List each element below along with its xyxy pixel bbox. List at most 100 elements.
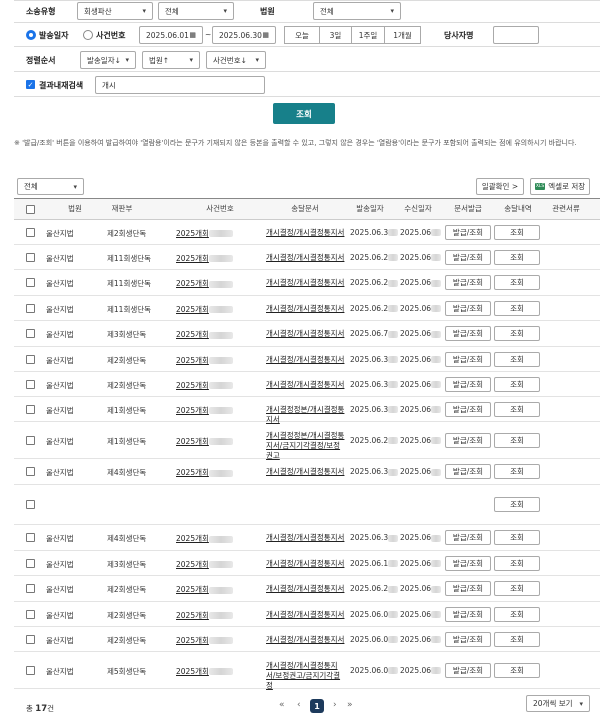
range-today-button[interactable]: 오늘	[284, 26, 320, 44]
row-document-link[interactable]: 개시결정/개시결정통지서	[266, 559, 346, 569]
row-case-number[interactable]: 2025개회	[176, 533, 233, 544]
view-button[interactable]: 조회	[494, 224, 540, 240]
view-button[interactable]: 조회	[494, 581, 540, 596]
excel-save-button[interactable]: XLS 엑셀로 저장	[530, 178, 590, 195]
view-button[interactable]: 조회	[494, 401, 540, 417]
row-case-number[interactable]: 2025개회	[176, 228, 233, 239]
refine-search-input[interactable]: 개시	[95, 76, 265, 94]
view-button[interactable]: 조회	[494, 464, 540, 479]
issue-button[interactable]: 발급/조회	[445, 224, 491, 240]
row-case-number[interactable]: 2025개회	[176, 610, 233, 621]
row-document-link[interactable]: 개시결정/개시결정통지서	[266, 228, 346, 238]
row-checkbox[interactable]	[26, 303, 35, 313]
row-document-link[interactable]: 개시결정/개시결정통지서	[266, 635, 346, 645]
calendar-icon[interactable]: ▦	[262, 31, 269, 39]
row-case-number[interactable]: 2025개회	[176, 278, 233, 289]
issue-button[interactable]: 발급/조회	[445, 662, 491, 678]
row-document-link[interactable]: 개시결정/개시결정통지서	[266, 533, 346, 543]
view-button[interactable]: 조회	[494, 275, 540, 290]
row-document-link[interactable]: 개시결정/개시결정통지서	[266, 467, 346, 477]
row-checkbox[interactable]	[26, 404, 35, 414]
range-1month-button[interactable]: 1개월	[384, 26, 421, 44]
prev-page-icon[interactable]: ‹	[297, 700, 301, 710]
row-checkbox[interactable]	[26, 558, 35, 568]
sort-send-date-select[interactable]: 발송일자↓ ▾	[80, 51, 136, 69]
page-size-select[interactable]: 20개씩 보기 ▾	[526, 695, 590, 712]
row-checkbox[interactable]	[26, 252, 35, 262]
row-case-number[interactable]: 2025개회	[176, 584, 233, 595]
refine-search-checkbox[interactable]: ✓	[26, 80, 35, 89]
row-checkbox[interactable]	[26, 379, 35, 389]
view-button[interactable]: 조회	[494, 631, 540, 647]
range-1week-button[interactable]: 1주일	[351, 26, 385, 44]
next-page-icon[interactable]: ›	[333, 700, 337, 710]
page-current[interactable]: 1	[310, 699, 324, 713]
row-checkbox[interactable]	[26, 533, 35, 542]
row-document-link[interactable]: 개시결정/개시결정통지서	[266, 355, 346, 365]
issue-button[interactable]: 발급/조회	[445, 631, 491, 647]
court-select[interactable]: 전체 ▾	[313, 2, 401, 20]
search-button[interactable]: 조회	[273, 103, 335, 124]
issue-button[interactable]: 발급/조회	[445, 606, 491, 622]
select-all-checkbox[interactable]	[26, 205, 35, 214]
view-button[interactable]: 조회	[494, 376, 540, 392]
litigation-type-select[interactable]: 회생파산 ▾	[77, 2, 153, 20]
date-from-input[interactable]: 2025.06.01 ▦	[139, 26, 203, 44]
view-button[interactable]: 조회	[494, 351, 540, 367]
issue-button[interactable]: 발급/조회	[445, 581, 491, 596]
calendar-icon[interactable]: ▦	[189, 31, 196, 39]
last-page-icon[interactable]: »	[347, 700, 353, 710]
view-button[interactable]: 조회	[494, 530, 540, 545]
first-page-icon[interactable]: «	[279, 700, 285, 710]
date-to-input[interactable]: 2025.06.30 ▦	[212, 26, 276, 44]
view-button[interactable]: 조회	[494, 555, 540, 571]
row-case-number[interactable]: 2025개회	[176, 355, 233, 366]
range-3day-button[interactable]: 3일	[319, 26, 352, 44]
row-checkbox[interactable]	[26, 467, 35, 476]
view-button[interactable]: 조회	[494, 249, 540, 265]
row-checkbox[interactable]	[26, 500, 35, 509]
row-document-link[interactable]: 개시결정/개시결정통지서	[266, 329, 346, 339]
row-case-number[interactable]: 2025개회	[176, 304, 233, 315]
issue-button[interactable]: 발급/조회	[445, 351, 491, 367]
row-checkbox[interactable]	[26, 634, 35, 644]
row-document-link[interactable]: 개시결정정본/개시결정통지서/금지기각결정/보정권고	[266, 431, 346, 461]
view-button[interactable]: 조회	[494, 662, 540, 678]
row-case-number[interactable]: 2025개회	[176, 666, 233, 677]
issue-button[interactable]: 발급/조회	[445, 530, 491, 545]
row-document-link[interactable]: 개시결정/개시결정통지서	[266, 253, 346, 263]
row-case-number[interactable]: 2025개회	[176, 329, 233, 340]
issue-button[interactable]: 발급/조회	[445, 275, 491, 290]
row-document-link[interactable]: 개시결정/개시결정통지서	[266, 304, 346, 314]
radio-case-number[interactable]	[83, 30, 93, 40]
row-checkbox[interactable]	[26, 329, 35, 338]
issue-button[interactable]: 발급/조회	[445, 555, 491, 571]
view-button[interactable]: 조회	[494, 497, 540, 512]
row-checkbox[interactable]	[26, 665, 35, 675]
issue-button[interactable]: 발급/조회	[445, 376, 491, 392]
row-case-number[interactable]: 2025개회	[176, 253, 233, 264]
row-checkbox[interactable]	[26, 354, 35, 364]
issue-button[interactable]: 발급/조회	[445, 249, 491, 265]
view-button[interactable]: 조회	[494, 606, 540, 622]
row-checkbox[interactable]	[26, 227, 35, 237]
view-button[interactable]: 조회	[494, 300, 540, 316]
row-checkbox[interactable]	[26, 609, 35, 619]
view-button[interactable]: 조회	[494, 432, 540, 448]
row-checkbox[interactable]	[26, 584, 35, 593]
issue-button[interactable]: 발급/조회	[445, 464, 491, 479]
row-case-number[interactable]: 2025개회	[176, 380, 233, 391]
issue-button[interactable]: 발급/조회	[445, 401, 491, 417]
radio-send-date[interactable]	[26, 30, 36, 40]
row-document-link[interactable]: 개시결정/개시결정통지서	[266, 278, 346, 288]
view-button[interactable]: 조회	[494, 326, 540, 341]
sort-case-number-select[interactable]: 사건번호↓ ▾	[206, 51, 266, 69]
row-case-number[interactable]: 2025개회	[176, 635, 233, 646]
issue-button[interactable]: 발급/조회	[445, 300, 491, 316]
issue-button[interactable]: 발급/조회	[445, 326, 491, 341]
row-case-number[interactable]: 2025개회	[176, 467, 233, 478]
litigation-sub-select[interactable]: 전체 ▾	[158, 2, 234, 20]
party-name-input[interactable]	[493, 26, 539, 44]
row-document-link[interactable]: 개시결정/개시결정통지서	[266, 584, 346, 594]
row-document-link[interactable]: 개시결정/개시결정통지서/보정권고/금지기각결정	[266, 661, 346, 691]
